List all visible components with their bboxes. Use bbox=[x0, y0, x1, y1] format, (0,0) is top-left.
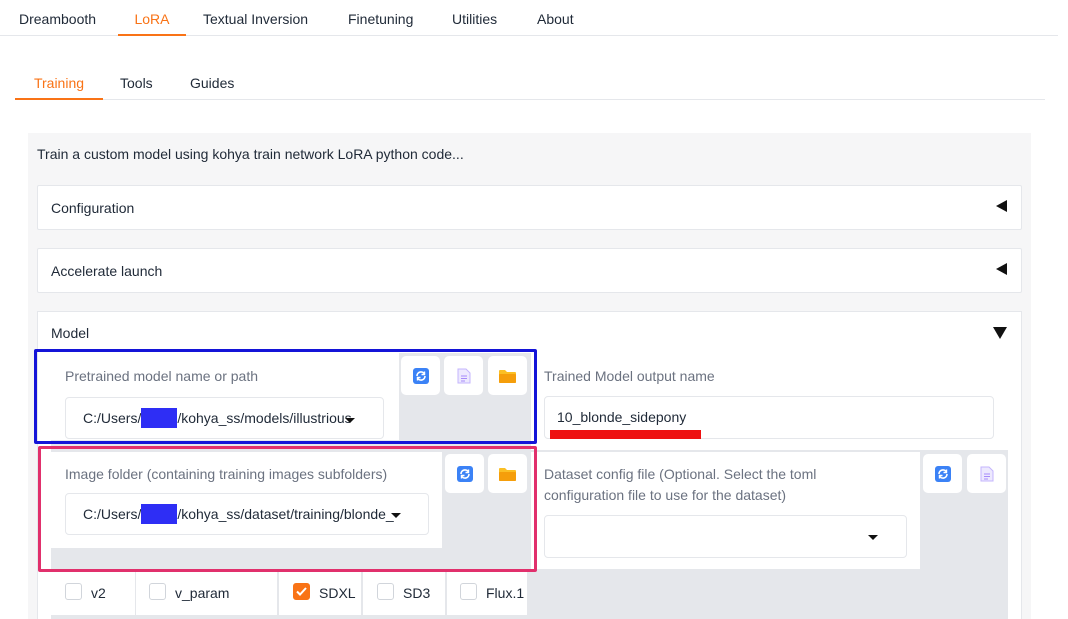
tab-utilities[interactable]: Utilities bbox=[452, 0, 497, 36]
accordion-model-label[interactable]: Model bbox=[51, 325, 89, 341]
highlight-underline-red bbox=[550, 430, 701, 439]
collapse-triangle-icon bbox=[996, 263, 1007, 275]
file-icon bbox=[980, 466, 993, 481]
checkbox-sdxl[interactable] bbox=[293, 583, 310, 600]
tab-tools[interactable]: Tools bbox=[120, 65, 153, 100]
dataset-config-dropdown[interactable] bbox=[544, 515, 907, 558]
file-button[interactable] bbox=[966, 453, 1007, 494]
checkbox-sd3[interactable] bbox=[377, 583, 394, 600]
highlight-box-pink bbox=[38, 446, 537, 572]
checkbox-label: v2 bbox=[91, 585, 106, 601]
dataset-config-label-line1: Dataset config file (Optional. Select th… bbox=[544, 466, 817, 482]
tab-about[interactable]: About bbox=[537, 0, 574, 36]
checkbox-v-param[interactable] bbox=[149, 583, 166, 600]
checkbox-label: SD3 bbox=[403, 585, 431, 601]
expand-triangle-icon[interactable] bbox=[993, 327, 1007, 339]
refresh-button[interactable] bbox=[922, 453, 963, 494]
checkbox-flux[interactable] bbox=[460, 583, 477, 600]
tab-dreambooth[interactable]: Dreambooth bbox=[19, 0, 96, 36]
tab-lora[interactable]: LoRA bbox=[118, 0, 186, 36]
tab-textual-inversion[interactable]: Textual Inversion bbox=[203, 0, 308, 36]
sub-tab-bar: Training Tools Guides bbox=[15, 65, 1045, 100]
dropdown-caret-icon[interactable] bbox=[868, 535, 878, 540]
checkbox-label: Flux.1 bbox=[486, 585, 525, 601]
tab-training[interactable]: Training bbox=[15, 65, 103, 100]
checkbox-label: SDXL bbox=[319, 585, 356, 601]
collapse-triangle-icon bbox=[996, 200, 1007, 212]
checkmark-icon bbox=[296, 587, 307, 596]
top-tab-bar: Dreambooth LoRA Textual Inversion Finetu… bbox=[0, 0, 1058, 36]
panel-description: Train a custom model using kohya train n… bbox=[37, 146, 464, 162]
accordion-label: Configuration bbox=[51, 200, 135, 216]
accordion-label: Accelerate launch bbox=[51, 263, 163, 279]
tab-guides[interactable]: Guides bbox=[190, 65, 234, 100]
accordion-configuration[interactable]: Configuration bbox=[37, 185, 1022, 230]
output-name-label: Trained Model output name bbox=[544, 368, 715, 384]
accordion-accelerate-launch[interactable]: Accelerate launch bbox=[37, 248, 1022, 293]
checkbox-label: v_param bbox=[175, 585, 230, 601]
highlight-box-blue bbox=[34, 349, 537, 444]
refresh-icon bbox=[934, 465, 951, 482]
tab-finetuning[interactable]: Finetuning bbox=[348, 0, 413, 36]
checkbox-v2[interactable] bbox=[65, 583, 82, 600]
dataset-config-label-line2: configuration file to use for the datase… bbox=[544, 487, 787, 503]
